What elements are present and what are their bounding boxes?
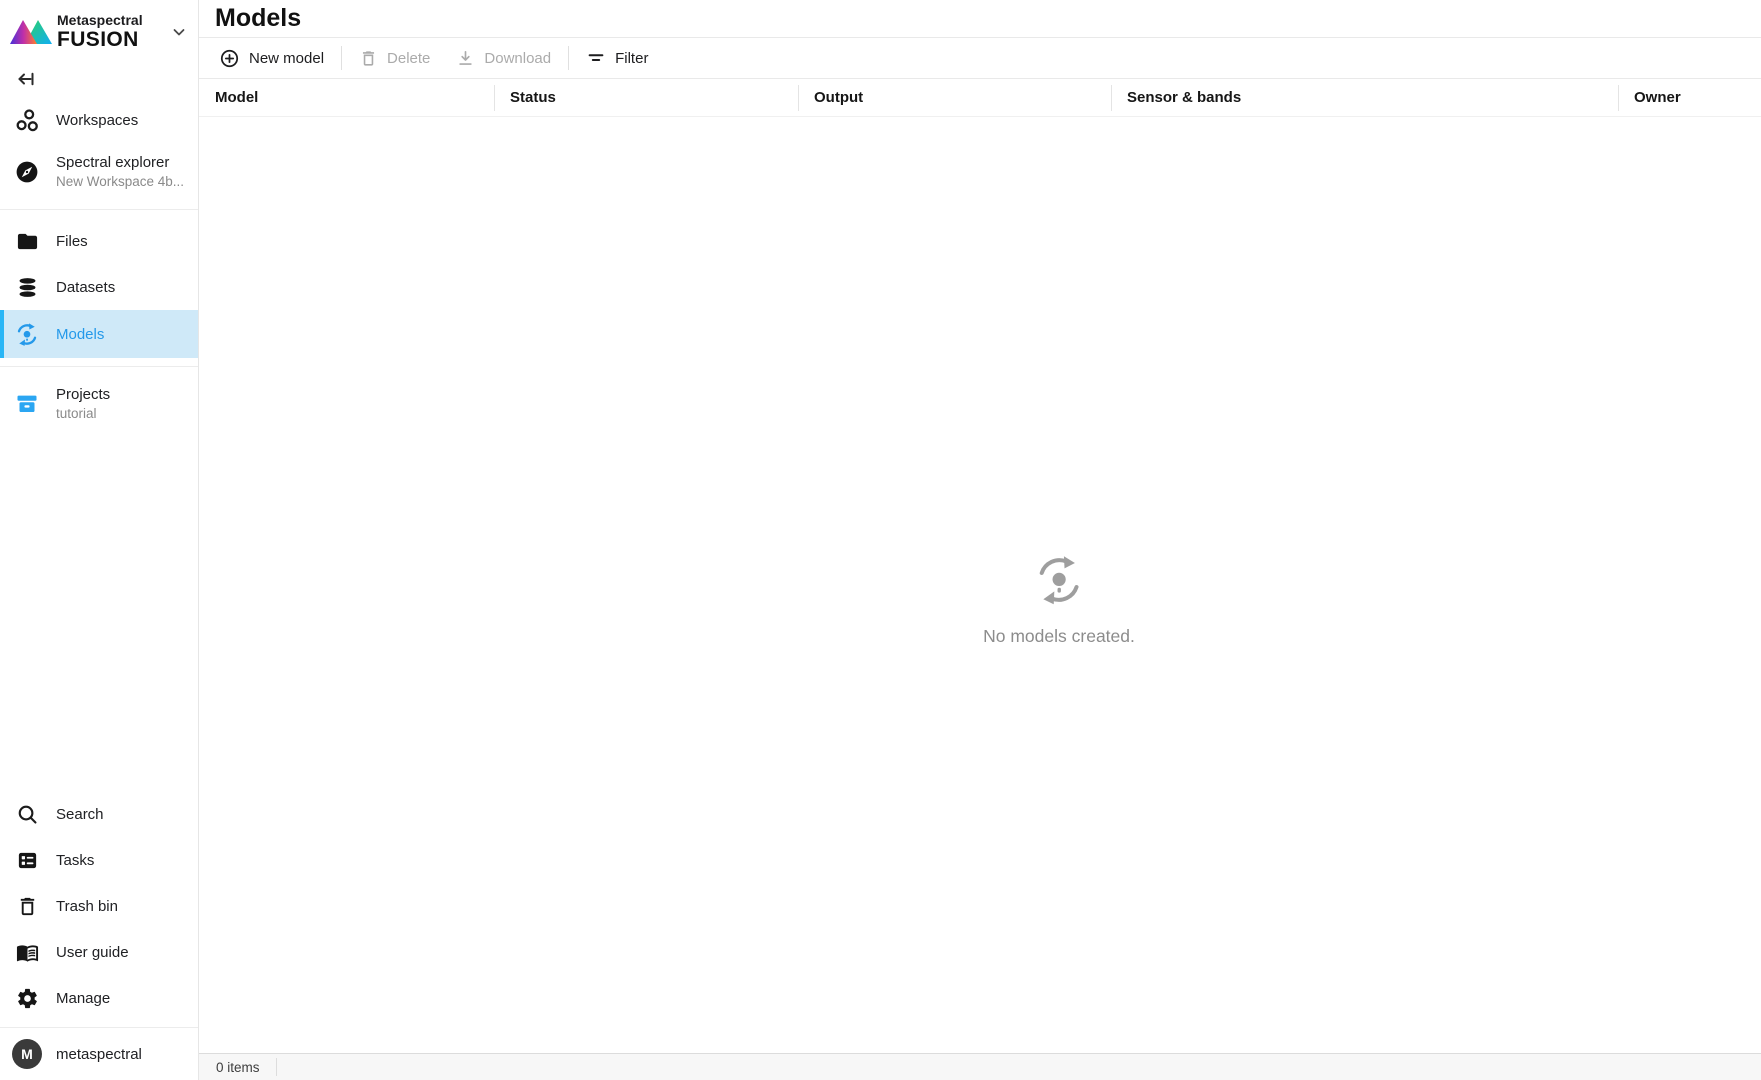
brand-header: Metaspectral FUSION [0,0,198,56]
sidebar: Metaspectral FUSION [0,0,199,1080]
sidebar-item-trash-bin[interactable]: Trash bin [0,883,198,929]
sidebar-item-workspaces[interactable]: Workspaces [0,97,198,143]
book-icon [14,941,40,964]
sidebar-divider [0,209,198,210]
column-label: Model [215,89,258,106]
sidebar-bottom-group: Search Tasks [0,791,198,1027]
sidebar-item-label: User guide [56,944,129,961]
column-label: Status [510,89,556,106]
column-header-sensor-bands: Sensor & bands [1111,79,1618,116]
column-separator [494,85,495,111]
model-rotate-icon [1033,553,1085,607]
sidebar-item-datasets[interactable]: Datasets [0,264,198,310]
filter-button[interactable]: Filter [582,48,652,68]
sidebar-item-label: Workspaces [56,112,138,129]
workspaces-icon [14,109,40,132]
toolbar: New model Delete Download [199,38,1761,79]
column-label: Sensor & bands [1127,89,1241,106]
empty-state: No models created. [983,553,1135,647]
sidebar-item-label: Search [56,806,104,823]
user-account-button[interactable]: M metaspectral [0,1028,198,1080]
column-header-model: Model [199,79,494,116]
database-icon [14,276,40,299]
compass-icon [14,160,40,184]
selected-indicator [0,310,4,358]
filter-icon [586,48,606,68]
column-separator [798,85,799,111]
new-model-label: New model [249,50,324,67]
brand-name: Metaspectral [57,12,143,28]
sidebar-item-manage[interactable]: Manage [0,975,198,1021]
items-count: 0 items [216,1060,260,1075]
sidebar-item-spectral-explorer[interactable]: Spectral explorer New Workspace 4b... [0,143,198,201]
avatar: M [12,1039,42,1069]
main-panel: Models New model Delete [199,0,1761,1080]
column-separator [1618,85,1619,111]
download-button[interactable]: Download [452,49,555,68]
sidebar-item-models[interactable]: Models [0,310,198,358]
sidebar-item-projects[interactable]: Projects tutorial [0,375,198,433]
sidebar-item-label: Projects [56,386,110,405]
toolbar-divider [568,46,569,70]
status-bar-divider [276,1058,277,1076]
sidebar-divider [0,366,198,367]
delete-button[interactable]: Delete [355,49,434,68]
column-separator [1111,85,1112,111]
metaspectral-logo-icon [8,13,54,51]
workspace-switcher-chevron-down-icon[interactable] [170,23,188,41]
search-icon [14,803,40,826]
table-header: Model Status Output Sensor & bands Owner [199,79,1761,117]
archive-box-icon [14,392,40,416]
workspace-sublabel: New Workspace 4b... [56,174,184,191]
download-icon [456,49,475,68]
app-window: Metaspectral FUSION [0,0,1761,1080]
folder-icon [14,230,40,253]
title-row: Models [199,0,1761,38]
column-header-owner: Owner [1618,79,1761,116]
new-model-button[interactable]: New model [215,48,328,69]
column-label: Owner [1634,89,1681,106]
tasks-icon [14,849,40,872]
status-bar: 0 items [199,1053,1761,1080]
brand-text: Metaspectral FUSION [57,12,143,52]
column-header-output: Output [798,79,1111,116]
sidebar-item-label: Spectral explorer [56,154,184,173]
table-body-empty-area: No models created. [199,117,1761,1053]
column-label: Output [814,89,863,106]
user-name: metaspectral [56,1046,142,1063]
empty-state-message: No models created. [983,626,1135,647]
trash-icon [14,895,40,918]
sidebar-item-files[interactable]: Files [0,218,198,264]
brand-product: FUSION [57,28,143,52]
sidebar-item-label: Manage [56,990,110,1007]
sidebar-item-user-guide[interactable]: User guide [0,929,198,975]
model-rotate-icon [14,322,40,347]
plus-circle-icon [219,48,240,69]
toolbar-divider [341,46,342,70]
sidebar-item-label: Tasks [56,852,94,869]
sidebar-spacer [0,433,198,791]
sidebar-item-tasks[interactable]: Tasks [0,837,198,883]
delete-label: Delete [387,50,430,67]
filter-label: Filter [615,50,648,67]
gear-icon [14,987,40,1010]
sidebar-item-label: Trash bin [56,898,118,915]
sidebar-item-label: Files [56,233,88,250]
collapse-sidebar-icon[interactable] [15,68,37,90]
download-label: Download [484,50,551,67]
sidebar-item-label: Models [56,326,104,343]
column-header-status: Status [494,79,798,116]
collapse-row [0,56,198,97]
project-sublabel: tutorial [56,406,110,423]
sidebar-item-label: Datasets [56,279,115,296]
trash-icon [359,49,378,68]
sidebar-item-search[interactable]: Search [0,791,198,837]
page-title: Models [215,4,301,33]
